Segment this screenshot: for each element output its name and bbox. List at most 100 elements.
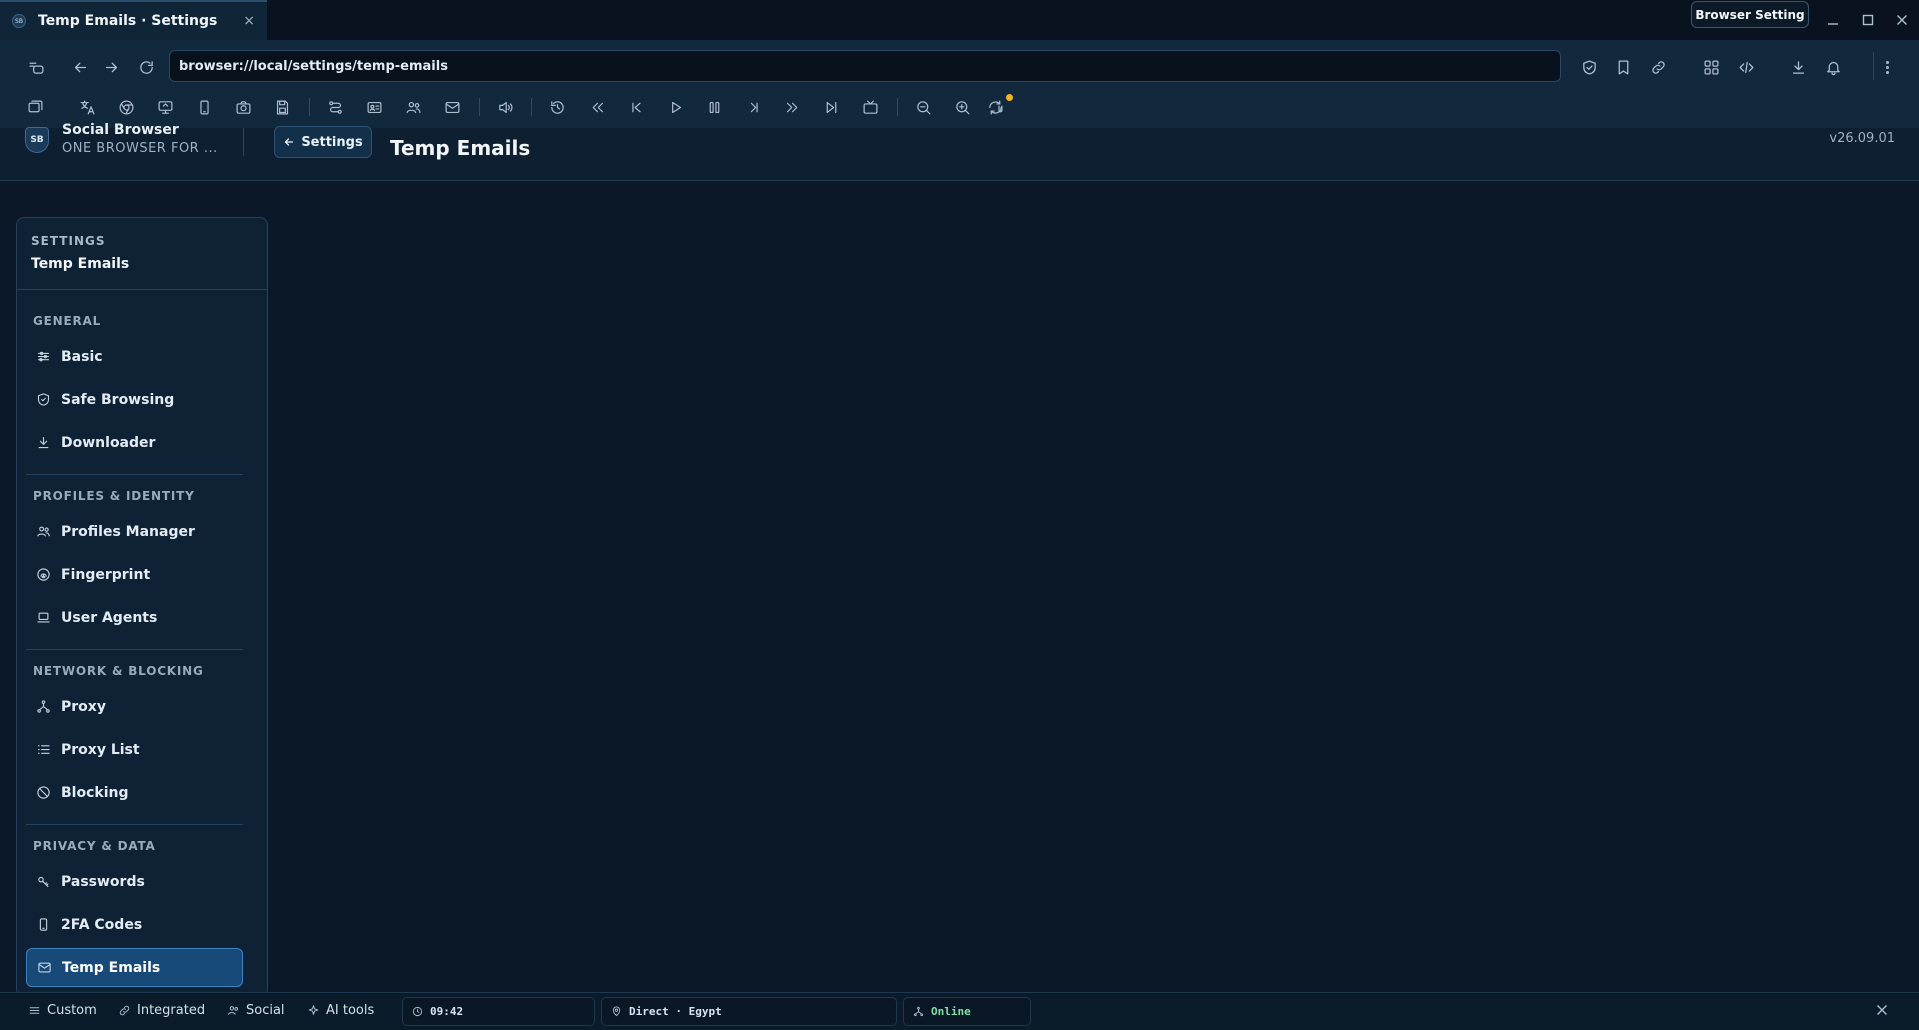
step-forward-icon[interactable] [743, 97, 763, 117]
history-icon[interactable] [547, 97, 567, 117]
maximize-icon[interactable] [1858, 10, 1878, 30]
zoom-in-icon[interactable] [952, 97, 972, 117]
status-connection[interactable]: Direct · Egypt [601, 997, 897, 1026]
save-icon[interactable] [272, 97, 292, 117]
sidebar-item-basic[interactable]: Basic [26, 337, 243, 376]
skip-forward-icon[interactable] [821, 97, 841, 117]
tab-favicon-icon: SB [12, 14, 26, 28]
status-ai-tools[interactable]: AI tools [307, 1003, 374, 1018]
sliders-icon [29, 1007, 40, 1014]
sidebar-item-label: Blocking [61, 784, 129, 801]
sidebar-item-profiles-manager[interactable]: Profiles Manager [26, 512, 243, 551]
toolbar-separator [479, 98, 480, 116]
play-icon[interactable] [665, 97, 685, 117]
section-privacy-data: PRIVACY & DATA [33, 839, 156, 853]
extensions-icon[interactable] [1701, 57, 1721, 77]
download-icon[interactable] [1788, 57, 1808, 77]
sidebar-divider [26, 474, 243, 475]
camera-icon[interactable] [233, 97, 253, 117]
zoom-out-icon[interactable] [913, 97, 933, 117]
users-icon [37, 526, 50, 537]
address-url[interactable]: browser://local/settings/temp-emails [179, 59, 448, 74]
bookmark-icon[interactable] [1613, 57, 1633, 77]
network-icon [913, 1006, 924, 1017]
brand-name: Social Browser [62, 122, 179, 138]
route-icon[interactable] [325, 97, 345, 117]
skip-back-icon[interactable] [626, 97, 646, 117]
section-profiles-identity: PROFILES & IDENTITY [33, 489, 195, 503]
block-icon [37, 786, 50, 799]
notification-dot [1006, 94, 1013, 101]
volume-icon[interactable] [495, 97, 515, 117]
mail-icon [38, 962, 51, 973]
settings-sidebar: SETTINGS Temp Emails GENERAL Basic Safe … [16, 217, 268, 997]
back-to-settings-button[interactable]: Settings [274, 126, 372, 158]
sidebar-item-label: Passwords [61, 873, 145, 890]
chrome-icon[interactable] [116, 97, 136, 117]
fast-forward-icon[interactable] [782, 97, 802, 117]
tab-close-icon[interactable]: × [243, 13, 255, 29]
sidebar-item-label: Proxy List [61, 741, 140, 758]
link-icon[interactable] [1648, 57, 1668, 77]
minimize-icon[interactable] [1823, 10, 1843, 30]
sidebar-item-label: User Agents [61, 609, 158, 626]
window-close-icon[interactable] [1892, 10, 1912, 30]
sidebar-current-page: Temp Emails [31, 256, 130, 272]
dev-tools-icon[interactable] [1736, 57, 1756, 77]
address-bar[interactable]: browser://local/settings/temp-emails [169, 50, 1561, 82]
screen-share-icon[interactable] [155, 97, 175, 117]
header-divider [243, 128, 244, 156]
status-social-label: Social [246, 1003, 285, 1018]
sidebar-item-safe-browsing[interactable]: Safe Browsing [26, 380, 243, 419]
browser-setting-button[interactable]: Browser Setting [1691, 1, 1809, 28]
rewind-icon[interactable] [587, 97, 607, 117]
network-icon [37, 700, 50, 713]
status-custom[interactable]: Custom [28, 1003, 97, 1018]
sidebar-item-passwords[interactable]: Passwords [26, 862, 243, 901]
sidebar-header: SETTINGS Temp Emails [17, 218, 267, 290]
windows-icon[interactable] [25, 97, 45, 117]
sidebar-item-2fa-codes[interactable]: 2FA Codes [26, 905, 243, 944]
translate-icon[interactable] [77, 97, 97, 117]
sync-user-icon[interactable] [985, 97, 1005, 117]
users-icon[interactable] [403, 97, 423, 117]
fingerprint-icon [37, 568, 50, 581]
sidebar-divider [26, 649, 243, 650]
sidebar-item-proxy-list[interactable]: Proxy List [26, 730, 243, 769]
forward-arrow-icon[interactable] [101, 57, 121, 77]
mail-icon[interactable] [442, 97, 462, 117]
sidebar-item-user-agents[interactable]: User Agents [26, 598, 243, 637]
sidebar-item-downloader[interactable]: Downloader [26, 423, 243, 462]
users-icon [228, 1006, 239, 1015]
tv-icon[interactable] [860, 97, 880, 117]
back-arrow-icon[interactable] [70, 57, 90, 77]
sidebar-item-blocking[interactable]: Blocking [26, 773, 243, 812]
status-clock: 09:42 [402, 997, 595, 1026]
sidebar-toggle-icon[interactable] [26, 57, 46, 77]
sidebar-item-label: Temp Emails [62, 959, 161, 976]
sidebar-item-temp-emails[interactable]: Temp Emails [26, 948, 243, 987]
sidebar-item-fingerprint[interactable]: Fingerprint [26, 555, 243, 594]
sparkle-icon [308, 1005, 319, 1015]
more-menu-icon[interactable] [1877, 57, 1897, 77]
mobile-icon[interactable] [194, 97, 214, 117]
brand-tagline: ONE BROWSER FOR ... [62, 141, 218, 156]
clock-icon [412, 1006, 423, 1017]
notification-bell-icon[interactable] [1823, 57, 1843, 77]
sidebar-item-label: Basic [61, 348, 103, 365]
reload-icon[interactable] [136, 57, 156, 77]
statusbar-close-icon[interactable] [1876, 1001, 1888, 1020]
sidebar-eyebrow: SETTINGS [31, 234, 106, 248]
toolbar-separator [309, 98, 310, 116]
section-general: GENERAL [33, 314, 102, 328]
status-social[interactable]: Social [227, 1003, 285, 1018]
browser-tab[interactable]: SB Temp Emails · Settings × [0, 0, 267, 40]
pause-icon[interactable] [704, 97, 724, 117]
status-custom-label: Custom [47, 1003, 97, 1018]
id-card-icon[interactable] [364, 97, 384, 117]
phone-icon [39, 918, 48, 931]
shield-check-icon[interactable] [1579, 57, 1599, 77]
link-icon [119, 1005, 130, 1016]
status-integrated[interactable]: Integrated [118, 1003, 205, 1018]
sidebar-item-proxy[interactable]: Proxy [26, 687, 243, 726]
